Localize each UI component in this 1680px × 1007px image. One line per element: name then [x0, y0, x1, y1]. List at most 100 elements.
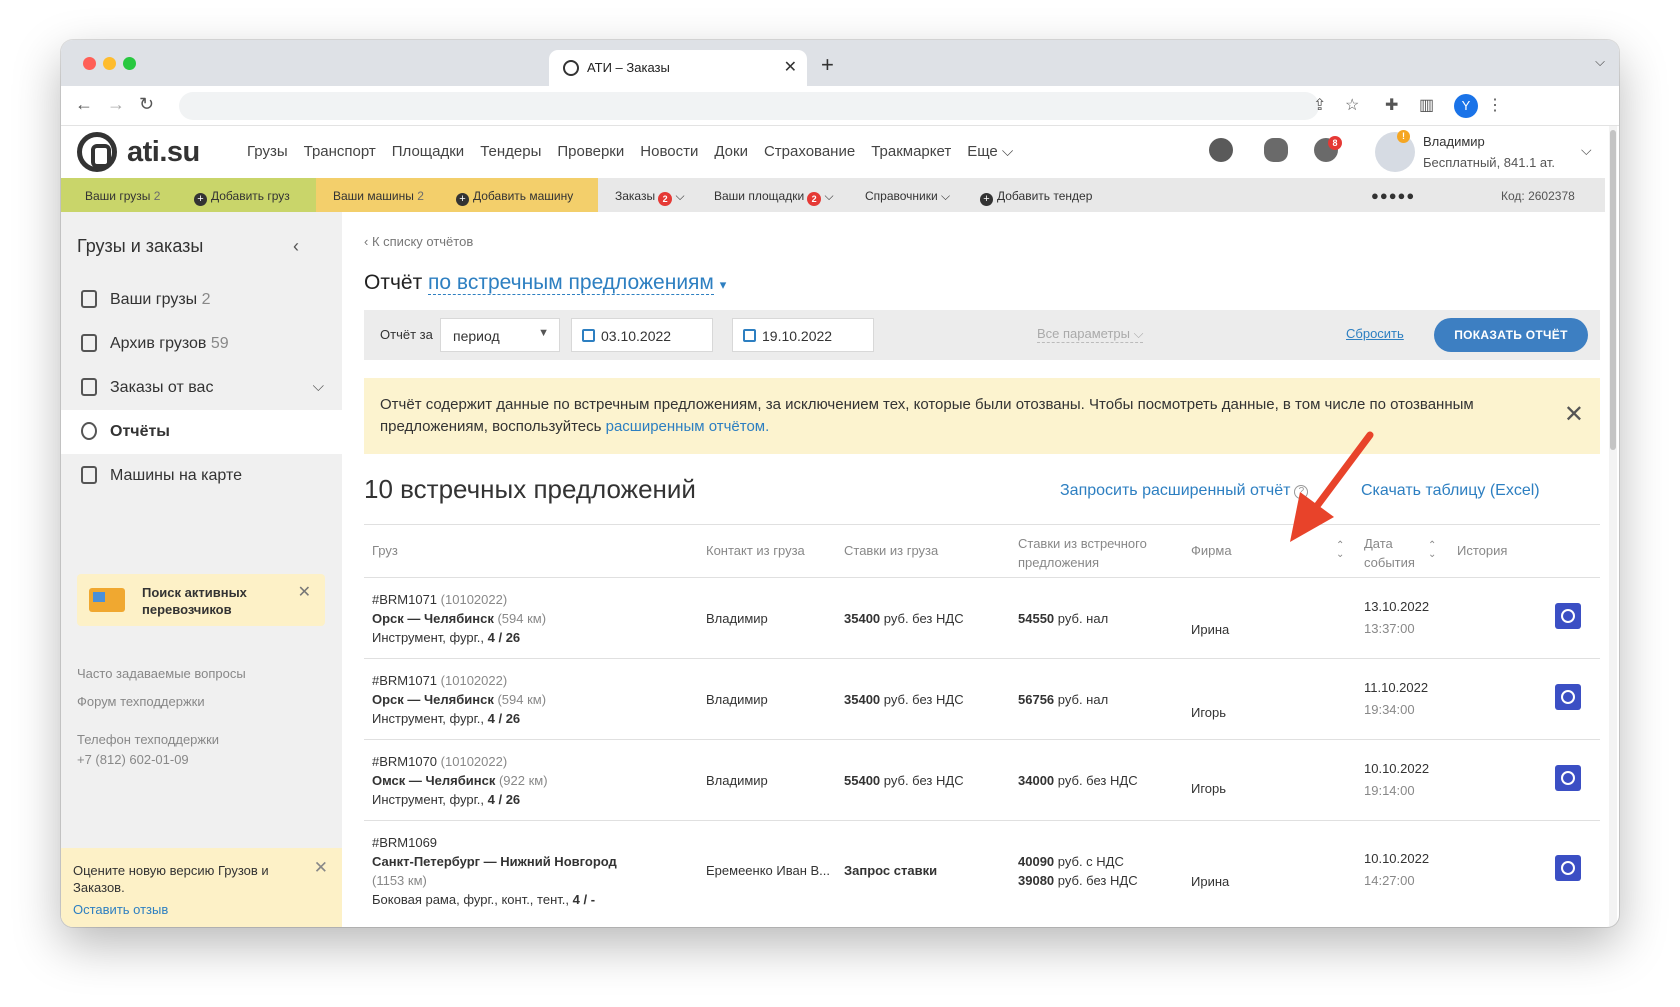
chevron-down-icon[interactable]: ⌵ [313, 378, 324, 395]
nav-news[interactable]: Новости [640, 143, 698, 160]
extended-report-link[interactable]: расширенным отчётом. [606, 418, 770, 435]
forward-arrow-icon[interactable]: → [107, 94, 125, 115]
download-excel-link[interactable]: Скачать таблицу (Excel) [1361, 482, 1540, 500]
browser-tab[interactable]: АТИ – Заказы ✕ [549, 50, 807, 86]
messages-icon[interactable] [1264, 138, 1288, 162]
cargo-details-line: Инструмент, фург., 4 / 26 [372, 630, 520, 645]
reload-icon[interactable]: ↻ [139, 94, 154, 115]
back-arrow-icon[interactable]: ← [75, 94, 93, 115]
page-scrollbar[interactable] [1609, 126, 1617, 927]
caret-down-icon[interactable]: ▾ [720, 277, 727, 292]
sort-date-icon[interactable]: ⌃ ⌄ [1428, 541, 1436, 560]
nav-docs[interactable]: Доки [714, 143, 748, 160]
tab-search-icon[interactable]: ⌵ [1595, 54, 1605, 70]
nav-checks[interactable]: Проверки [557, 143, 624, 160]
tab-title: АТИ – Заказы [587, 60, 670, 75]
table-row[interactable]: #BRM1071 (10102022) Орск — Челябинск (59… [364, 578, 1600, 659]
collapse-sidebar-icon[interactable]: ‹ [293, 236, 299, 257]
close-icon[interactable]: ✕ [314, 858, 328, 878]
tab-close-icon[interactable]: ✕ [784, 57, 797, 77]
nav-cargo[interactable]: Грузы [247, 143, 288, 160]
cargo-id[interactable]: #BRM1069 [372, 835, 437, 850]
history-button[interactable] [1555, 603, 1581, 629]
sort-firm-icon[interactable]: ⌃ ⌄ [1336, 541, 1344, 560]
feedback-link[interactable]: Оставить отзыв [73, 902, 168, 917]
table-row[interactable]: #BRM1070 (10102022) Омск — Челябинск (92… [364, 740, 1600, 821]
contact: Владимир [706, 773, 768, 788]
add-cargo-button[interactable]: + Добавить груз [194, 189, 290, 206]
maximize-window-button[interactable] [123, 57, 136, 70]
browser-profile-avatar[interactable]: Y [1454, 94, 1478, 118]
firm: Игорь [1191, 705, 1227, 720]
your-cargo-link[interactable]: Ваши грузы 2 [85, 189, 160, 203]
cargo-id[interactable]: #BRM1071 [372, 592, 437, 607]
cargo-details: Инструмент, фург., [372, 630, 485, 645]
sidebar-item-your-cargo[interactable]: Ваши грузы 2 [61, 278, 342, 322]
support-icon[interactable] [1209, 138, 1233, 162]
nav-transport[interactable]: Транспорт [304, 143, 376, 160]
history-button[interactable] [1555, 765, 1581, 791]
faq-link[interactable]: Часто задаваемые вопросы [77, 666, 246, 681]
close-icon[interactable]: ✕ [1564, 400, 1584, 429]
site-logo[interactable]: ati.su [127, 136, 200, 169]
share-icon[interactable]: ⇪ [1313, 95, 1326, 115]
close-icon[interactable]: ✕ [298, 582, 311, 602]
history-button[interactable] [1555, 684, 1581, 710]
sidebar-item-orders[interactable]: Заказы от вас ⌵ [61, 366, 342, 410]
help-question-icon[interactable]: ? [1294, 485, 1309, 499]
forum-link[interactable]: Форум техподдержки [77, 694, 205, 709]
support-phone[interactable]: +7 (812) 602-01-09 [77, 752, 189, 767]
table-row[interactable]: #BRM1071 (10102022) Орск — Челябинск (59… [364, 659, 1600, 740]
show-report-button[interactable]: ПОКАЗАТЬ ОТЧЁТ [1434, 318, 1588, 352]
all-parameters-toggle[interactable]: Все параметры ⌵ [1037, 326, 1144, 343]
browser-menu-icon[interactable]: ⋮ [1487, 95, 1503, 115]
firm: Игорь [1191, 781, 1227, 796]
counter-rate-unit: руб. нал [1057, 611, 1109, 626]
sidebar-item-cargo-archive[interactable]: Архив грузов 59 [61, 322, 342, 366]
nav-platforms[interactable]: Площадки [392, 143, 464, 160]
sidebar-item-reports[interactable]: Отчёты [61, 410, 342, 454]
rating-icons[interactable]: ●●●●● [1371, 188, 1415, 203]
your-cars-link[interactable]: Ваши машины 2 [333, 189, 424, 203]
address-bar[interactable] [179, 92, 1319, 120]
add-tender-button[interactable]: + Добавить тендер [980, 189, 1092, 206]
table-row[interactable]: #BRM1069 Санкт-Петербург — Нижний Новгор… [364, 821, 1600, 913]
date-from-field[interactable]: 03.10.2022 [571, 318, 713, 352]
user-menu-chevron-icon[interactable]: ⌵ [1581, 142, 1592, 159]
nav-insurance[interactable]: Страхование [764, 143, 855, 160]
add-tender-label: Добавить тендер [997, 189, 1093, 203]
new-tab-button[interactable]: + [821, 52, 834, 78]
nav-truckmarket[interactable]: Тракмаркет [871, 143, 951, 160]
sidebar-item-cars-map[interactable]: Машины на карте [61, 454, 342, 498]
close-window-button[interactable] [83, 57, 96, 70]
nav-more[interactable]: Еще ⌵ [967, 143, 1013, 160]
notifications-badge: 8 [1328, 136, 1342, 150]
date-to-field[interactable]: 19.10.2022 [732, 318, 874, 352]
reset-link[interactable]: Сбросить [1346, 326, 1404, 341]
nav-tenders[interactable]: Тендеры [480, 143, 541, 160]
orders-count-badge: 2 [658, 192, 673, 206]
extensions-puzzle-icon[interactable]: ✚ [1385, 95, 1398, 115]
orders-menu[interactable]: Заказы 2 ⌵ [615, 189, 685, 206]
cargo-id[interactable]: #BRM1071 [372, 673, 437, 688]
cargo-id[interactable]: #BRM1070 [372, 754, 437, 769]
user-name[interactable]: Владимир [1423, 134, 1485, 149]
report-type-dropdown[interactable]: по встречным предложениям [428, 271, 714, 295]
ati-logo-icon[interactable] [77, 132, 117, 172]
period-select[interactable]: период ▼ [440, 318, 560, 352]
cargo-rate-line: 35400 руб. без НДС [844, 611, 964, 626]
add-car-button[interactable]: + Добавить машину [456, 189, 573, 206]
carrier-search-promo[interactable]: Поиск активных перевозчиков ✕ [77, 574, 325, 626]
your-cargo-label: Ваши грузы [85, 189, 151, 203]
minimize-window-button[interactable] [103, 57, 116, 70]
platforms-menu[interactable]: Ваши площадки 2 ⌵ [714, 189, 834, 206]
history-button[interactable] [1555, 855, 1581, 881]
bookmark-star-icon[interactable]: ☆ [1345, 95, 1359, 115]
event-date: 13.10.2022 [1364, 599, 1430, 614]
references-menu[interactable]: Справочники ⌵ [865, 189, 950, 204]
back-to-reports-link[interactable]: ‹ К списку отчётов [364, 234, 473, 249]
request-extended-report-link[interactable]: Запросить расширенный отчёт? [1060, 482, 1309, 500]
counter-rate: 54550 [1018, 611, 1055, 626]
scrollbar-thumb[interactable] [1610, 130, 1616, 450]
side-panel-icon[interactable]: ▥ [1419, 95, 1434, 115]
